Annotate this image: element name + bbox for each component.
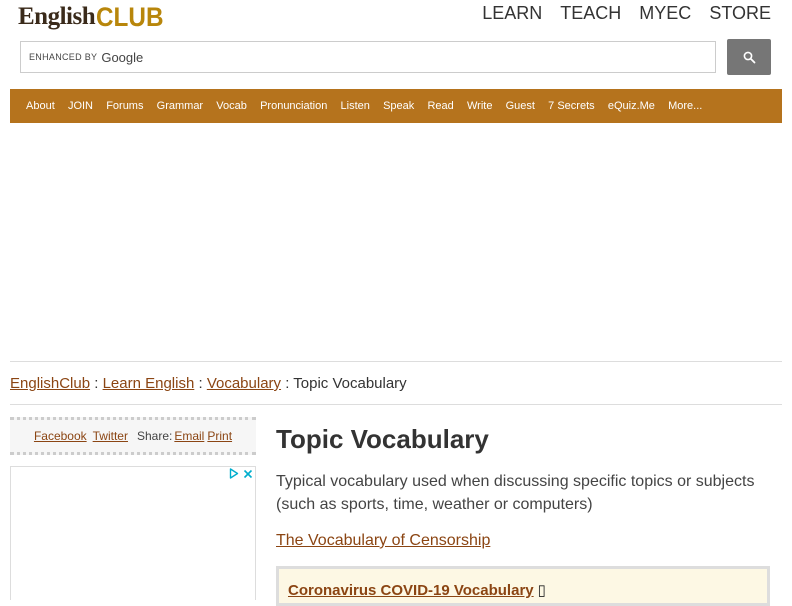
search-box: ENHANCED BY Google <box>20 41 716 73</box>
nav-equiz-link[interactable]: eQuiz.Me <box>601 100 661 112</box>
logo-english-text: English <box>18 3 96 30</box>
adchoices-icon[interactable] <box>229 468 239 479</box>
main-navigation: About JOIN Forums Grammar Vocab Pronunci… <box>10 89 782 123</box>
nav-listen-link[interactable]: Listen <box>334 100 377 112</box>
share-bar: Facebook Twitter Share: Email Print <box>10 417 256 455</box>
search-button[interactable] <box>727 39 771 75</box>
breadcrumb-learn-link[interactable]: Learn English <box>103 375 195 392</box>
censorship-vocabulary-link[interactable]: The Vocabulary of Censorship <box>276 531 490 551</box>
logo-club-text: CLUB <box>96 2 164 32</box>
ad-controls <box>229 468 253 479</box>
nav-about-link[interactable]: About <box>10 100 61 112</box>
sidebar-ad <box>10 466 256 600</box>
page-description: Typical vocabulary used when discussing … <box>276 473 755 513</box>
breadcrumb-separator: : <box>285 375 290 392</box>
banner-ad-area <box>10 124 782 360</box>
topnav-learn-link[interactable]: LEARN <box>482 2 542 24</box>
breadcrumb-vocabulary-link[interactable]: Vocabulary <box>207 375 281 392</box>
search-input[interactable] <box>143 42 715 72</box>
enhanced-by-label: ENHANCED BY <box>29 52 98 62</box>
covid-vocabulary-link[interactable]: Coronavirus COVID-19 Vocabulary <box>288 582 534 599</box>
print-link[interactable]: Print <box>207 429 232 443</box>
featured-box: Coronavirus COVID-19 Vocabulary ▯ <box>276 566 770 606</box>
nav-vocab-link[interactable]: Vocab <box>210 100 254 112</box>
top-navigation: LEARN TEACH MYEC STORE <box>482 2 771 24</box>
breadcrumb-separator: : <box>198 375 203 392</box>
nav-guest-link[interactable]: Guest <box>499 100 542 112</box>
nav-more-link[interactable]: More... <box>662 100 709 112</box>
breadcrumb-home-link[interactable]: EnglishClub <box>10 375 90 392</box>
nav-speak-link[interactable]: Speak <box>377 100 421 112</box>
search-icon <box>743 51 755 63</box>
nav-grammar-link[interactable]: Grammar <box>150 100 210 112</box>
breadcrumb: EnglishClub : Learn English : Vocabulary… <box>10 374 407 394</box>
divider-top <box>10 361 782 362</box>
nav-join-link[interactable]: JOIN <box>61 100 99 112</box>
nav-forums-link[interactable]: Forums <box>100 100 150 112</box>
nav-pronunciation-link[interactable]: Pronunciation <box>253 100 333 112</box>
nav-write-link[interactable]: Write <box>460 100 499 112</box>
divider-bottom <box>10 404 782 405</box>
facebook-link[interactable]: Facebook <box>34 429 87 443</box>
topnav-teach-link[interactable]: TEACH <box>560 2 621 24</box>
englishclub-logo[interactable]: English CLUB <box>18 0 171 36</box>
breadcrumb-separator: : <box>94 375 99 392</box>
missing-glyph-icon: ▯ <box>537 582 546 599</box>
topnav-store-link[interactable]: STORE <box>709 2 771 24</box>
google-brand-label: Google <box>101 49 144 65</box>
topnav-myec-link[interactable]: MYEC <box>639 2 691 24</box>
email-link[interactable]: Email <box>174 429 204 443</box>
featured-item: Coronavirus COVID-19 Vocabulary ▯ <box>288 581 546 599</box>
nav-7-secrets-link[interactable]: 7 Secrets <box>542 100 602 112</box>
twitter-link[interactable]: Twitter <box>93 429 128 443</box>
nav-read-link[interactable]: Read <box>421 100 460 112</box>
share-label: Share: <box>136 429 173 443</box>
close-icon[interactable] <box>243 469 253 479</box>
page-title: Topic Vocabulary <box>276 424 489 454</box>
breadcrumb-current: Topic Vocabulary <box>293 375 407 392</box>
